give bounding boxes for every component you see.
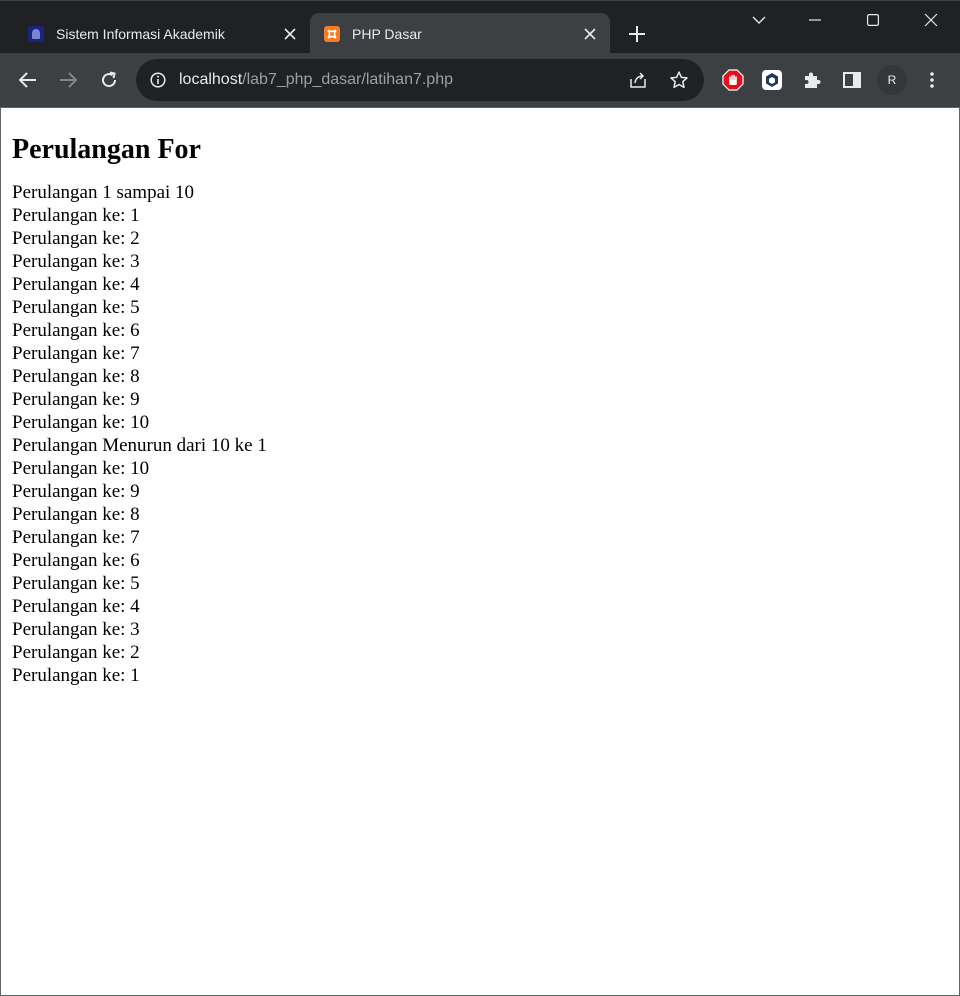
cube-extension-icon xyxy=(762,70,782,90)
plus-icon xyxy=(629,26,645,42)
output-lines: Perulangan 1 sampai 10 Perulangan ke: 1 Pe… xyxy=(12,181,267,687)
forward-button[interactable] xyxy=(52,64,84,96)
maximize-button[interactable] xyxy=(850,5,896,35)
profile-initial: R xyxy=(887,73,897,87)
output-line: Perulangan 1 sampai 10 xyxy=(12,182,195,203)
output-line: Perulangan ke: 5 xyxy=(12,573,140,594)
site-info-icon[interactable] xyxy=(148,70,168,90)
output-line: Perulangan ke: 10 xyxy=(12,412,150,433)
output-line: Perulangan ke: 1 xyxy=(12,665,140,686)
siakad-favicon-icon xyxy=(28,25,44,42)
page-heading: Perulangan For xyxy=(12,134,201,165)
extension-button[interactable] xyxy=(756,64,788,96)
output-line: Perulangan ke: 6 xyxy=(12,320,140,341)
adblock-hand-icon xyxy=(722,69,744,91)
output-line: Perulangan ke: 2 xyxy=(12,228,140,249)
output-line: Perulangan ke: 8 xyxy=(12,504,140,525)
output-line: Perulangan ke: 5 xyxy=(12,297,140,318)
xampp-favicon-icon xyxy=(324,25,340,42)
output-line: Perulangan ke: 1 xyxy=(12,205,140,226)
close-tab-icon[interactable] xyxy=(280,24,300,44)
url-path: /lab7_php_dasar/latihan7.php xyxy=(242,71,453,88)
arrow-left-icon xyxy=(19,72,36,88)
reload-button[interactable] xyxy=(93,64,125,96)
output-line: Perulangan ke: 8 xyxy=(12,366,140,387)
close-tab-icon[interactable] xyxy=(580,24,600,44)
output-line: Perulangan ke: 2 xyxy=(12,642,140,663)
side-panel-icon xyxy=(843,72,861,88)
output-line: Perulangan ke: 4 xyxy=(12,274,140,295)
output-line: Perulangan ke: 3 xyxy=(12,619,140,640)
tab-title: PHP Dasar xyxy=(352,25,422,42)
puzzle-icon xyxy=(805,72,821,88)
share-icon[interactable] xyxy=(628,70,648,90)
profile-avatar[interactable]: R xyxy=(877,65,907,95)
side-panel-button[interactable] xyxy=(836,64,868,96)
close-window-button[interactable] xyxy=(908,5,954,35)
minimize-icon xyxy=(809,19,821,21)
browser-menu-button[interactable] xyxy=(916,64,948,96)
page-viewport: Perulangan For Perulangan 1 sampai 10 Per… xyxy=(0,108,960,996)
adblock-extension-button[interactable] xyxy=(717,64,749,96)
browser-toolbar: localhost/lab7_php_dasar/latihan7.php R xyxy=(0,53,960,107)
output-line: Perulangan ke: 6 xyxy=(12,550,140,571)
close-icon xyxy=(924,13,938,27)
url-text: localhost/lab7_php_dasar/latihan7.php xyxy=(179,71,453,89)
output-line: Perulangan ke: 10 xyxy=(12,458,150,479)
tab-php-dasar[interactable]: PHP Dasar xyxy=(310,13,610,54)
tab-strip: Sistem Informasi Akademik PHP Dasar xyxy=(0,0,960,54)
chevron-down-icon xyxy=(752,16,766,24)
arrow-right-icon xyxy=(60,72,77,88)
reload-icon xyxy=(102,71,117,88)
extensions-button[interactable] xyxy=(796,64,828,96)
minimize-button[interactable] xyxy=(792,5,838,35)
address-bar[interactable]: localhost/lab7_php_dasar/latihan7.php xyxy=(136,59,704,101)
page-content: Perulangan For Perulangan 1 sampai 10 Per… xyxy=(12,108,267,687)
output-line: Perulangan Menurun dari 10 ke 1 xyxy=(12,435,267,456)
tab-sistem-informasi-akademik[interactable]: Sistem Informasi Akademik xyxy=(14,13,310,54)
output-line: Perulangan ke: 9 xyxy=(12,389,140,410)
bookmark-star-icon[interactable] xyxy=(669,70,689,90)
url-host: localhost xyxy=(179,71,243,88)
tab-search-button[interactable] xyxy=(736,5,782,35)
output-line: Perulangan ke: 7 xyxy=(12,343,140,364)
output-line: Perulangan ke: 9 xyxy=(12,481,140,502)
tab-title: Sistem Informasi Akademik xyxy=(56,25,225,42)
more-vertical-icon xyxy=(930,72,934,88)
output-line: Perulangan ke: 3 xyxy=(12,251,140,272)
maximize-icon xyxy=(867,14,879,26)
output-line: Perulangan ke: 7 xyxy=(12,527,140,548)
new-tab-button[interactable] xyxy=(624,21,650,47)
back-button[interactable] xyxy=(12,64,44,96)
output-line: Perulangan ke: 4 xyxy=(12,596,140,617)
